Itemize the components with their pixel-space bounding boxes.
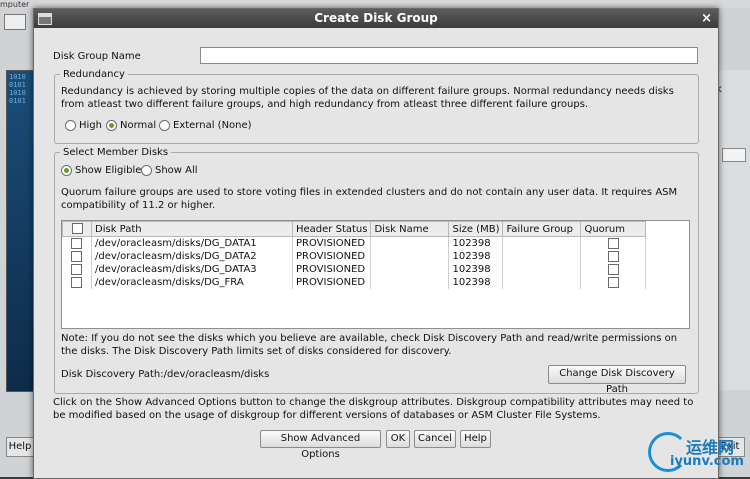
row-checkbox[interactable] (71, 263, 83, 275)
quorum-checkbox[interactable] (607, 250, 619, 262)
radio-circle-icon (141, 165, 152, 176)
column-header[interactable]: Disk Name (370, 221, 450, 237)
disk-name-cell (370, 250, 450, 263)
column-header[interactable]: Quorum (580, 221, 647, 237)
disk-path-cell: /dev/oracleasm/disks/DG_DATA2 (91, 250, 293, 263)
column-header[interactable]: Failure Group (502, 221, 582, 237)
row-select-cell[interactable] (62, 236, 92, 250)
table-row[interactable]: /dev/oracleasm/disks/DG_DATA2 PROVISIONE… (62, 250, 647, 263)
failure-group-cell[interactable] (502, 263, 582, 276)
cancel-button[interactable]: Cancel (414, 430, 456, 448)
discovery-path-label: Disk Discovery Path:/dev/oracleasm/disks (61, 369, 270, 380)
select-all-header[interactable] (62, 221, 92, 237)
quorum-note: Quorum failure groups are used to store … (61, 187, 678, 211)
radio-selected-icon (61, 165, 72, 176)
radio-circle-icon (65, 120, 76, 131)
disk-path-cell: /dev/oracleasm/disks/DG_FRA (91, 276, 293, 289)
row-select-cell[interactable] (62, 250, 92, 263)
quorum-checkbox[interactable] (607, 263, 619, 275)
failure-group-cell[interactable] (502, 236, 582, 250)
radio-label: Show Eligible (75, 165, 142, 176)
disk-name-cell (370, 236, 450, 250)
header-status-cell: PROVISIONED (292, 276, 372, 289)
ok-button[interactable]: OK (386, 430, 410, 448)
redundancy-description: Redundancy is achieved by storing multip… (61, 86, 674, 110)
size-cell: 102398 (448, 276, 504, 289)
radio-label: Normal (120, 120, 157, 131)
watermark-en-text: iyunv.com (670, 454, 744, 469)
row-select-cell[interactable] (62, 263, 92, 276)
binary-text: 1010 0101 1010 0101 (9, 73, 26, 105)
disk-name-cell (370, 276, 450, 289)
close-icon[interactable]: × (701, 11, 712, 26)
quorum-cell[interactable] (580, 276, 647, 289)
radio-label: External (None) (173, 120, 252, 131)
table-header-row: Disk Path Header Status Disk Name Size (… (62, 221, 647, 237)
column-header[interactable]: Size (MB) (448, 221, 504, 237)
disk-name-cell (370, 263, 450, 276)
row-select-cell[interactable] (62, 276, 92, 289)
failure-group-cell[interactable] (502, 276, 582, 289)
dialog-titlebar[interactable]: Create Disk Group × (34, 9, 718, 28)
advanced-options-note: Click on the Show Advanced Options butto… (53, 397, 694, 421)
member-disks-legend: Select Member Disks (60, 147, 172, 158)
show-eligible-radio[interactable]: Show Eligible (61, 165, 141, 176)
parent-right-panel (718, 70, 750, 390)
installer-side-image: 1010 0101 1010 0101 (6, 70, 36, 392)
create-disk-group-dialog: Create Disk Group × Disk Group Name Redu… (33, 8, 719, 479)
change-discovery-path-button[interactable]: Change Disk Discovery Path (548, 365, 686, 395)
column-header[interactable]: Disk Path (91, 221, 293, 237)
site-watermark: 运维网 iyunv.com (648, 430, 750, 477)
disk-group-name-input[interactable] (200, 47, 698, 64)
radio-label: High (79, 120, 102, 131)
help-button[interactable]: Help (460, 430, 491, 448)
disk-path-cell: /dev/oracleasm/disks/DG_DATA1 (91, 236, 293, 250)
table-row[interactable]: /dev/oracleasm/disks/DG_DATA1 PROVISIONE… (62, 236, 647, 250)
select-all-checkbox[interactable] (71, 223, 83, 235)
dialog-title: Create Disk Group (314, 11, 438, 25)
header-status-cell: PROVISIONED (292, 236, 372, 250)
quorum-cell[interactable] (580, 236, 647, 250)
table-row[interactable]: /dev/oracleasm/disks/DG_FRA PROVISIONED … (62, 276, 647, 289)
disk-path-cell: /dev/oracleasm/disks/DG_DATA3 (91, 263, 293, 276)
radio-label: Show All (155, 165, 198, 176)
row-checkbox[interactable] (71, 250, 83, 262)
size-cell: 102398 (448, 236, 504, 250)
discovery-note: Note: If you do not see the disks which … (61, 333, 678, 357)
redundancy-normal-radio[interactable]: Normal (106, 120, 156, 131)
show-all-radio[interactable]: Show All (141, 165, 198, 176)
parent-window-icon (4, 14, 26, 30)
disks-table: Disk Path Header Status Disk Name Size (… (61, 220, 690, 329)
parent-window-title: mputer (0, 0, 30, 8)
column-header[interactable]: Header Status (291, 221, 372, 237)
quorum-cell[interactable] (580, 263, 647, 276)
parent-help-button[interactable]: Help (6, 437, 34, 457)
disk-group-name-label: Disk Group Name (53, 51, 141, 62)
radio-circle-icon (159, 120, 170, 131)
row-checkbox[interactable] (71, 276, 83, 288)
redundancy-high-radio[interactable]: High (65, 120, 102, 131)
redundancy-external-radio[interactable]: External (None) (159, 120, 252, 131)
header-status-cell: PROVISIONED (292, 250, 372, 263)
table-row[interactable]: /dev/oracleasm/disks/DG_DATA3 PROVISIONE… (62, 263, 647, 276)
failure-group-cell[interactable] (502, 250, 582, 263)
parent-right-field (722, 148, 746, 162)
header-status-cell: PROVISIONED (292, 263, 372, 276)
desktop-top-bar (0, 0, 750, 8)
quorum-checkbox[interactable] (607, 237, 619, 249)
quorum-checkbox[interactable] (607, 276, 619, 288)
size-cell: 102398 (448, 250, 504, 263)
size-cell: 102398 (448, 263, 504, 276)
quorum-cell[interactable] (580, 250, 647, 263)
row-checkbox[interactable] (71, 237, 83, 249)
redundancy-legend: Redundancy (60, 69, 128, 80)
show-advanced-options-button[interactable]: Show Advanced Options (260, 430, 381, 460)
radio-selected-icon (106, 120, 117, 131)
